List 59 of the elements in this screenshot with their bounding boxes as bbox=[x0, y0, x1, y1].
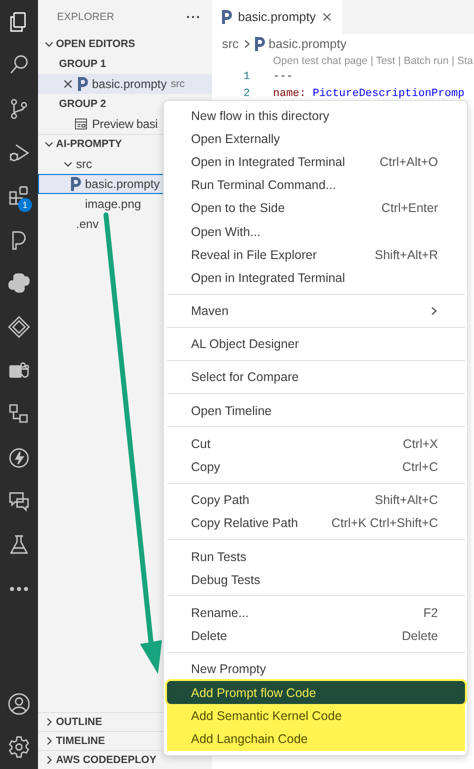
diamond-icon[interactable] bbox=[7, 314, 31, 339]
menu-item[interactable]: Rename... F2 bbox=[167, 601, 465, 625]
chevron-down-icon bbox=[44, 39, 54, 49]
keyboard-shortcut: Delete bbox=[402, 629, 438, 644]
group-label: GROUP 1 bbox=[58, 57, 108, 72]
menu-item[interactable]: New Prompty bbox=[167, 658, 465, 681]
menu-item[interactable]: New flow in this directory bbox=[167, 104, 465, 128]
lightning-icon[interactable] bbox=[7, 446, 31, 470]
more-actions-icon bbox=[186, 15, 200, 19]
breadcrumb-item[interactable]: basic.prompty bbox=[268, 37, 346, 51]
file-path-hint: src bbox=[170, 78, 185, 90]
editor-tab[interactable]: basic.prompty bbox=[212, 0, 342, 34]
menu-item[interactable]: Copy Path Shift+Alt+C bbox=[167, 488, 465, 512]
keyboard-shortcut: Ctrl+C bbox=[402, 460, 438, 474]
menu-item[interactable]: Reveal in File Explorer Shift+Alt+R bbox=[167, 243, 465, 266]
menu-item[interactable]: Cut Ctrl+X bbox=[167, 432, 465, 456]
account-icon[interactable] bbox=[7, 692, 31, 716]
line-number: 1 bbox=[242, 70, 251, 82]
python-icon[interactable] bbox=[7, 271, 31, 296]
menu-item[interactable]: Copy Relative Path Ctrl+K Ctrl+Shift+C bbox=[167, 512, 465, 535]
menu-item[interactable]: AL Object Designer bbox=[167, 332, 465, 356]
keyboard-shortcut: F2 bbox=[423, 606, 438, 620]
line-number: 2 bbox=[242, 88, 251, 100]
menu-item[interactable]: Select for Compare bbox=[167, 366, 465, 390]
keyboard-shortcut: Shift+Alt+C bbox=[374, 493, 438, 508]
menu-item[interactable]: Copy Ctrl+C bbox=[167, 455, 465, 479]
menu-item[interactable]: Delete Delete bbox=[167, 624, 465, 648]
close-icon bbox=[322, 12, 332, 22]
keyboard-shortcut: Shift+Alt+R bbox=[374, 248, 438, 262]
menu-item[interactable]: Maven bbox=[167, 300, 465, 323]
close-icon bbox=[63, 79, 73, 89]
keyboard-shortcut: Ctrl+X bbox=[402, 436, 438, 451]
menu-item[interactable]: Open With... bbox=[167, 220, 465, 244]
keyboard-shortcut: Ctrl+K Ctrl+Shift+C bbox=[331, 516, 438, 530]
menu-item[interactable]: Add Langchain Code bbox=[167, 727, 465, 750]
menu-item[interactable]: Open in Integrated Terminal bbox=[167, 266, 465, 290]
explorer-title: EXPLORER bbox=[57, 11, 114, 23]
keyboard-shortcut: Ctrl+Alt+O bbox=[380, 154, 438, 169]
menu-item[interactable]: Run Tests bbox=[167, 545, 465, 568]
code-line: name: PictureDescriptionPromp bbox=[273, 88, 466, 100]
prompty-file-icon bbox=[71, 177, 81, 191]
menu-item[interactable]: Debug Tests bbox=[167, 568, 465, 592]
prompty-file-icon bbox=[254, 37, 265, 51]
menu-item[interactable]: Add Semantic Kernel Code bbox=[167, 704, 465, 728]
group-label: GROUP 2 bbox=[58, 97, 108, 112]
open-editor-item[interactable]: basic.prompty src bbox=[38, 74, 212, 94]
keyboard-shortcut: Ctrl+Enter bbox=[381, 201, 438, 216]
prompty-file-icon bbox=[222, 10, 232, 24]
section-header[interactable]: OPEN EDITORS bbox=[38, 34, 212, 54]
menu-item[interactable]: Open Timeline bbox=[167, 399, 465, 422]
code-line: --- bbox=[273, 70, 294, 82]
notification-badge: 1 bbox=[18, 198, 32, 212]
prompty-file-icon bbox=[78, 77, 88, 91]
menu-item[interactable]: Add Prompt flow Code bbox=[167, 680, 465, 704]
settings-gear-icon[interactable] bbox=[7, 735, 31, 760]
breadcrumb-item[interactable]: src bbox=[222, 37, 239, 51]
menu-item[interactable]: Open to the Side Ctrl+Enter bbox=[167, 196, 465, 220]
preview-icon bbox=[74, 117, 88, 131]
breadcrumb-separator-icon bbox=[242, 39, 251, 49]
